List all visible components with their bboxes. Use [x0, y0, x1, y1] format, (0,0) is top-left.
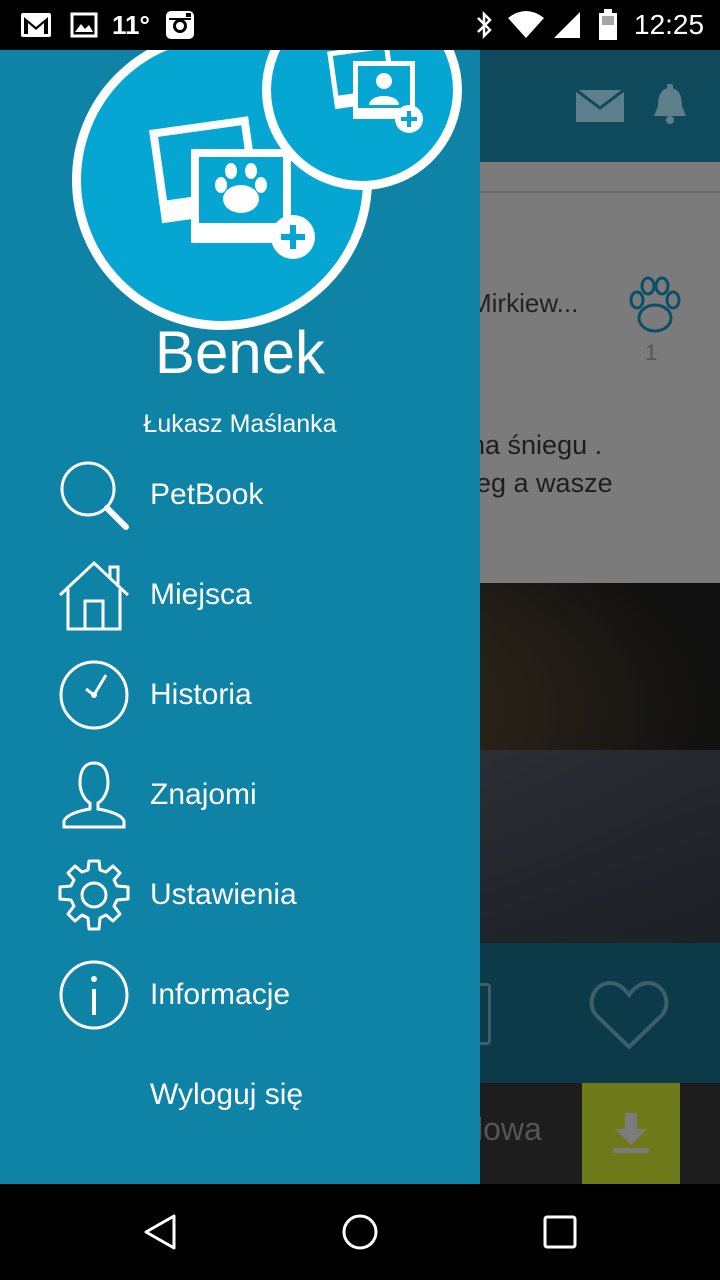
- navigation-bar: [0, 1184, 720, 1280]
- post-text-line-1: na śniegu .: [470, 430, 603, 460]
- menu-label: Wyloguj się: [150, 1078, 304, 1111]
- info-icon: [59, 960, 129, 1030]
- post-photo-detail: [480, 750, 720, 943]
- home-icon: [58, 560, 130, 631]
- menu-label: Znajomi: [150, 778, 257, 811]
- post-text-line-2: ieg a wasze: [470, 468, 613, 498]
- menu-label: PetBook: [150, 478, 264, 511]
- back-icon[interactable]: [140, 1212, 180, 1252]
- search-icon: [60, 461, 129, 530]
- post-author: Mirkiew...: [470, 288, 579, 318]
- instagram-icon: [164, 0, 196, 50]
- home-button-icon[interactable]: [340, 1212, 380, 1252]
- paw-count: 1: [645, 340, 658, 365]
- image-icon: [70, 0, 98, 50]
- signal-icon: [552, 0, 582, 50]
- paw-icon[interactable]: [622, 276, 688, 341]
- battery-icon: [598, 0, 618, 50]
- wifi-icon: [506, 0, 546, 50]
- pet-name: Benek: [154, 319, 326, 386]
- menu-item-informacje[interactable]: Informacje: [0, 945, 480, 1045]
- status-bar: 11° 12:25: [0, 0, 720, 50]
- menu-label: Ustawienia: [150, 878, 297, 911]
- menu-item-miejsca[interactable]: Miejsca: [0, 545, 480, 645]
- bluetooth-icon: [474, 0, 494, 50]
- owner-name: Łukasz Maślanka: [143, 410, 337, 438]
- heart-icon[interactable]: [588, 979, 670, 1056]
- add-owner-photo-icon: [327, 50, 423, 133]
- app-screen: Mirkiew... 1 na śniegu . ieg a wasze low…: [0, 50, 720, 1184]
- bell-icon[interactable]: [650, 84, 690, 131]
- download-button[interactable]: [582, 1083, 680, 1184]
- user-icon: [62, 761, 126, 829]
- gmail-icon: [20, 0, 52, 50]
- bottom-bar-text: lowa: [476, 1111, 542, 1147]
- menu-label: Informacje: [150, 978, 291, 1011]
- menu-item-ustawienia[interactable]: Ustawienia: [0, 845, 480, 945]
- menu-label: Miejsca: [150, 578, 252, 611]
- menu-item-petbook[interactable]: PetBook: [0, 445, 480, 545]
- navigation-drawer: Benek Łukasz Maślanka PetBook Miejsca Hi…: [0, 50, 480, 1184]
- menu-item-wyloguj[interactable]: Wyloguj się: [0, 1045, 480, 1145]
- gear-icon: [58, 859, 130, 931]
- menu-item-znajomi[interactable]: Znajomi: [0, 745, 480, 845]
- temperature: 11°: [112, 9, 150, 40]
- clock-icon: [59, 660, 129, 730]
- menu-label: Historia: [150, 678, 252, 711]
- menu-item-historia[interactable]: Historia: [0, 645, 480, 745]
- clock-time: 12:25: [634, 9, 705, 40]
- recents-icon[interactable]: [542, 1214, 578, 1250]
- mail-icon[interactable]: [574, 88, 626, 129]
